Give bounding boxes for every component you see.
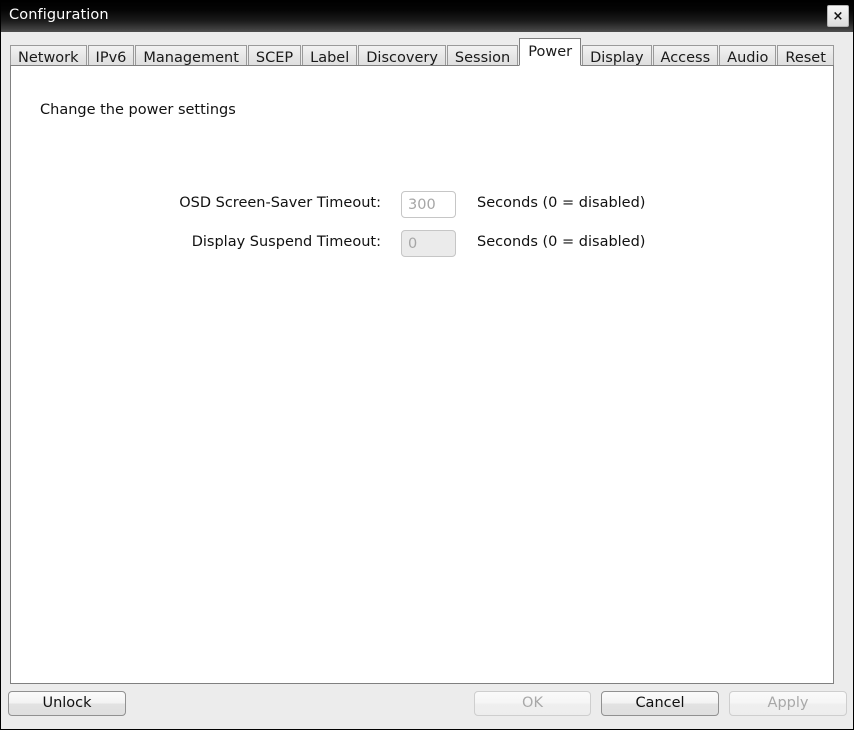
power-settings-form: OSD Screen-Saver Timeout: Seconds (0 = di… [11, 191, 833, 269]
button-bar: Unlock OK Cancel Apply [1, 691, 853, 729]
configuration-window: Configuration × Network IPv6 Management SCE… [0, 0, 854, 730]
content-panel: Change the power settings OSD Screen-Sav… [10, 65, 834, 684]
unlock-button[interactable]: Unlock [8, 691, 126, 716]
tab-power[interactable]: Power [519, 38, 582, 66]
page-title: Change the power settings [40, 102, 236, 118]
form-row: Display Suspend Timeout: Seconds (0 = dis… [11, 230, 833, 269]
timeout-input [401, 230, 456, 257]
tab-list: Network IPv6 Management SCEP Label Discovery S… [10, 37, 835, 69]
field-label: OSD Screen-Saver Timeout: [179, 195, 381, 211]
close-button[interactable]: × [827, 5, 849, 27]
field-label: Display Suspend Timeout: [191, 234, 381, 250]
apply-button: Apply [729, 691, 847, 716]
ok-button: OK [474, 691, 591, 716]
field-hint: Seconds (0 = disabled) [477, 234, 646, 250]
window-title: Configuration [9, 7, 109, 23]
field-hint: Seconds (0 = disabled) [477, 195, 646, 211]
tab-strip: Network IPv6 Management SCEP Label Discovery S… [1, 32, 853, 69]
cancel-button[interactable]: Cancel [601, 691, 719, 716]
close-icon: × [832, 8, 844, 24]
title-bar: Configuration × [1, 1, 853, 32]
timeout-input [401, 191, 456, 218]
form-row: OSD Screen-Saver Timeout: Seconds (0 = di… [11, 191, 833, 230]
